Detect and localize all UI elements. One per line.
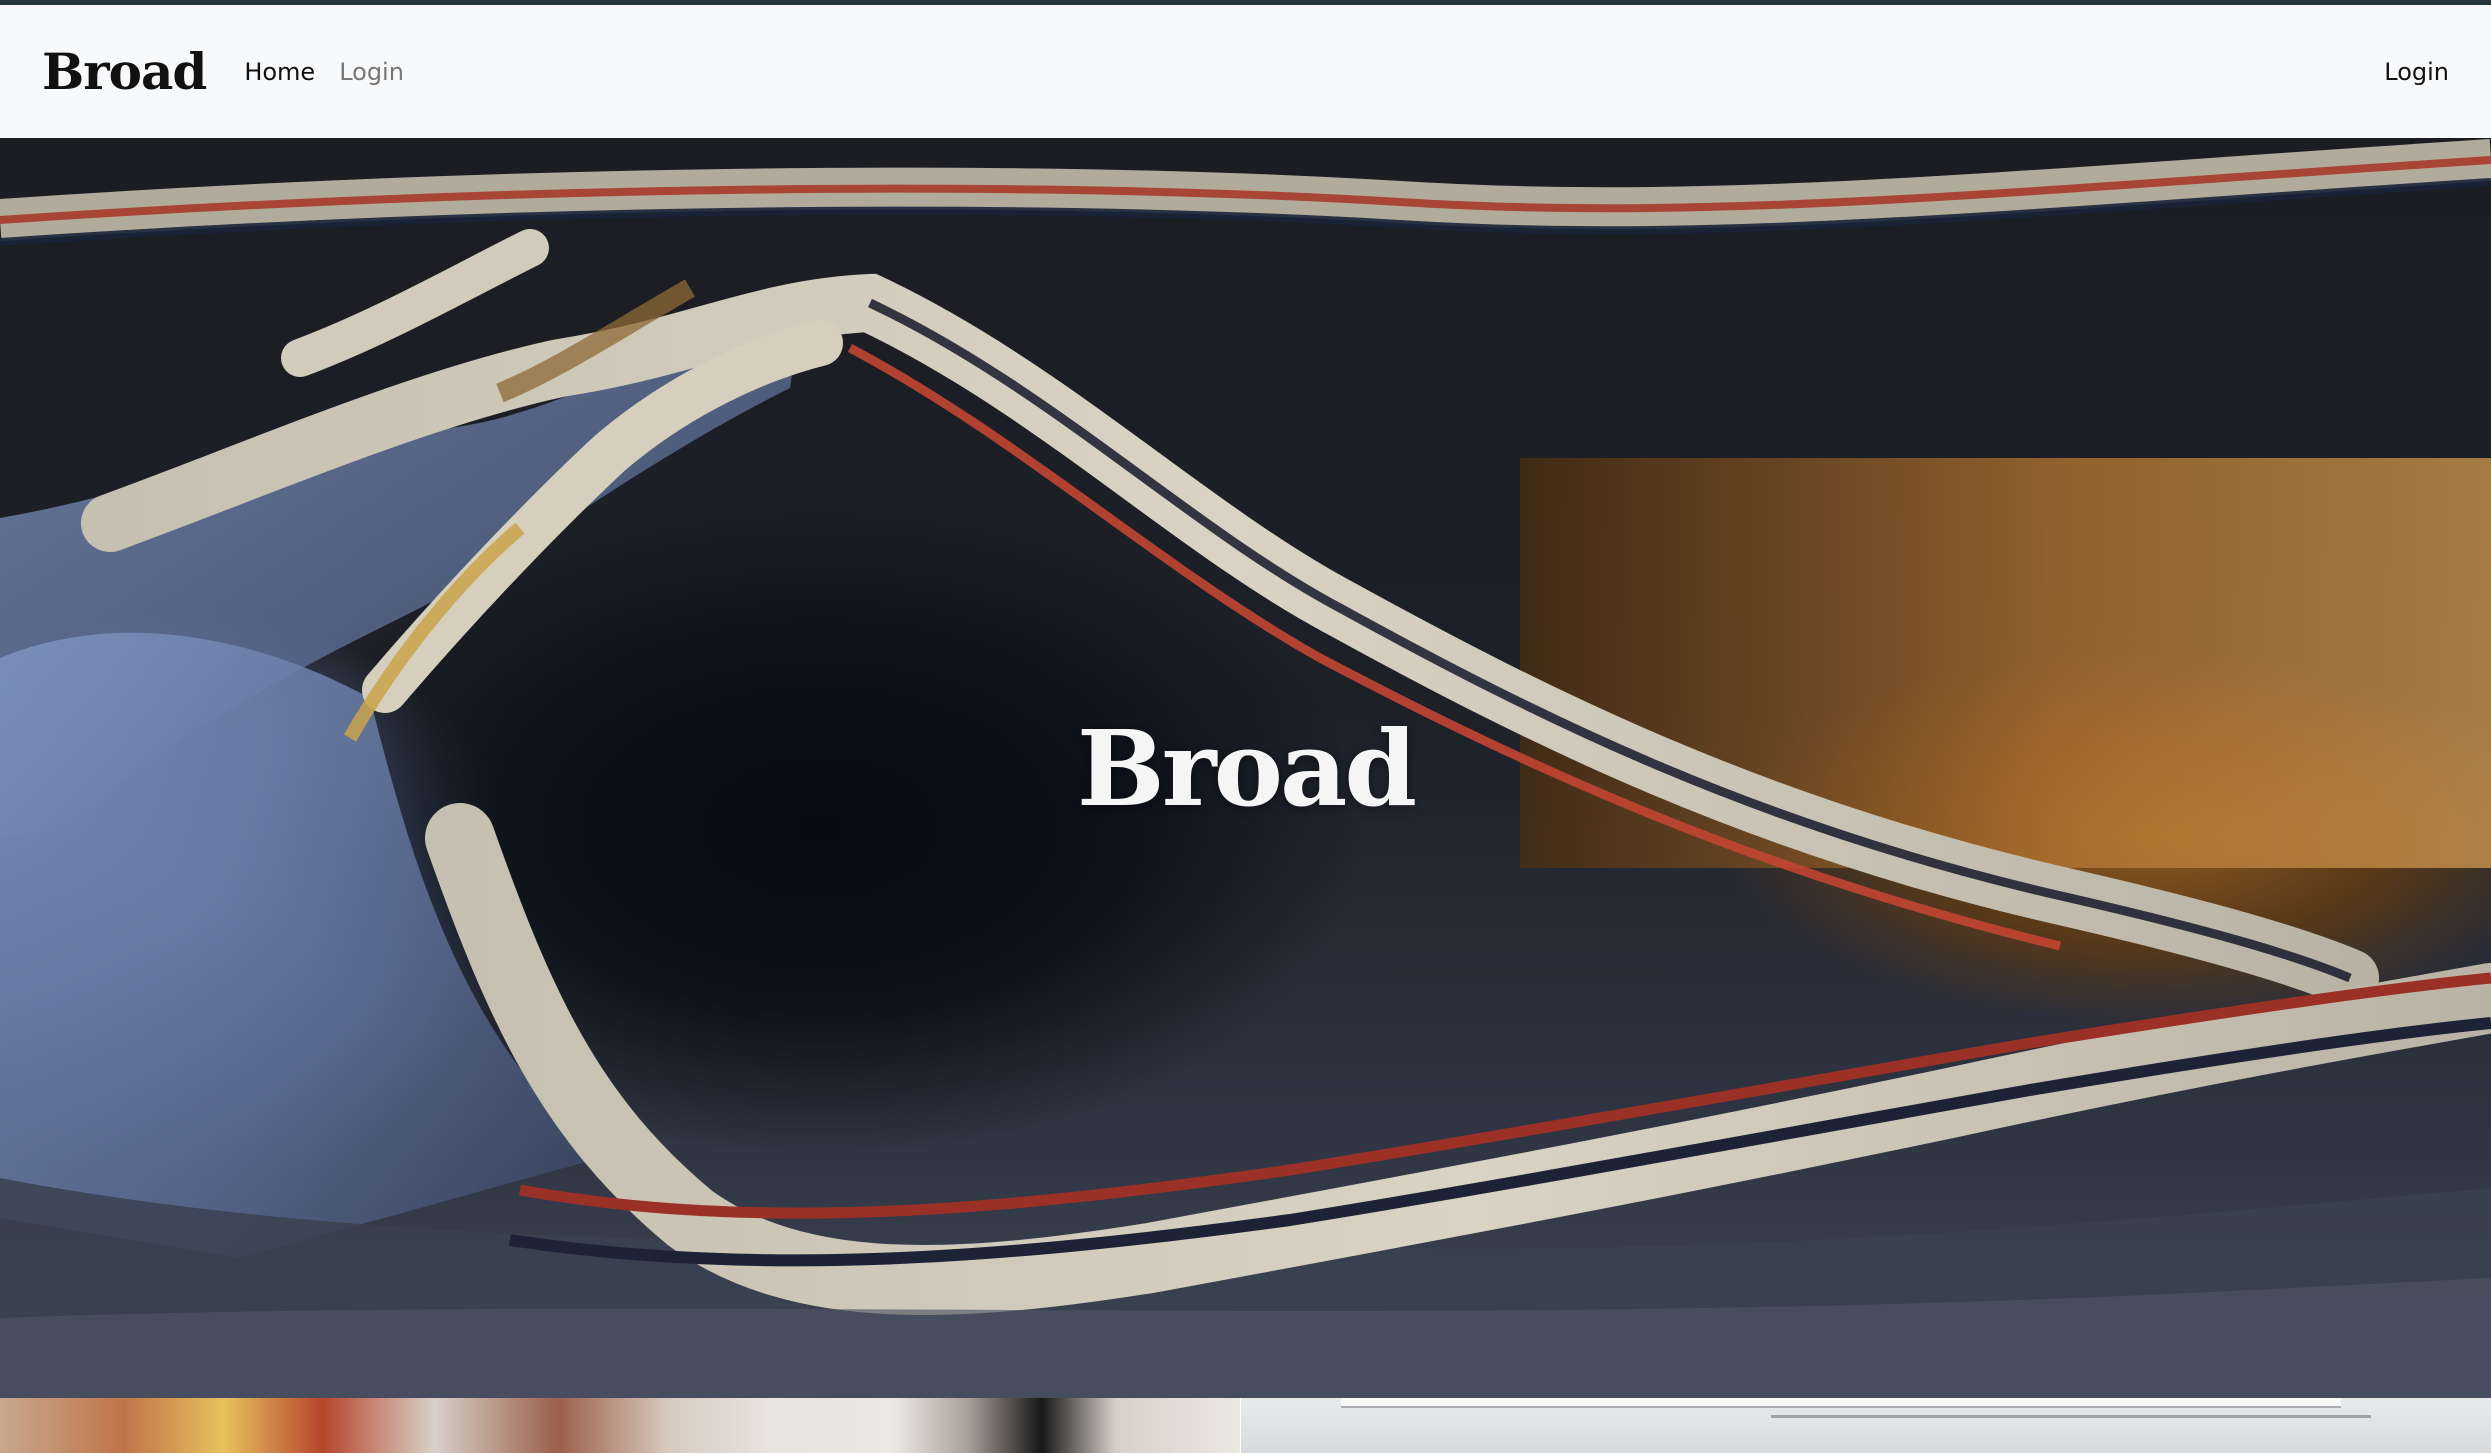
bottom-left-image[interactable]	[0, 1398, 1240, 1453]
navbar: Broad Home Login Login	[0, 5, 2491, 138]
nav-login-link[interactable]: Login	[339, 58, 404, 86]
hero-title: Broad	[1076, 706, 1417, 830]
brand-logo[interactable]: Broad	[42, 42, 207, 101]
nav-home-link[interactable]: Home	[244, 58, 315, 86]
hero-banner: Broad	[0, 138, 2491, 1398]
nav-right-login-link[interactable]: Login	[2384, 58, 2449, 86]
bottom-right-image[interactable]	[1241, 1398, 2491, 1453]
